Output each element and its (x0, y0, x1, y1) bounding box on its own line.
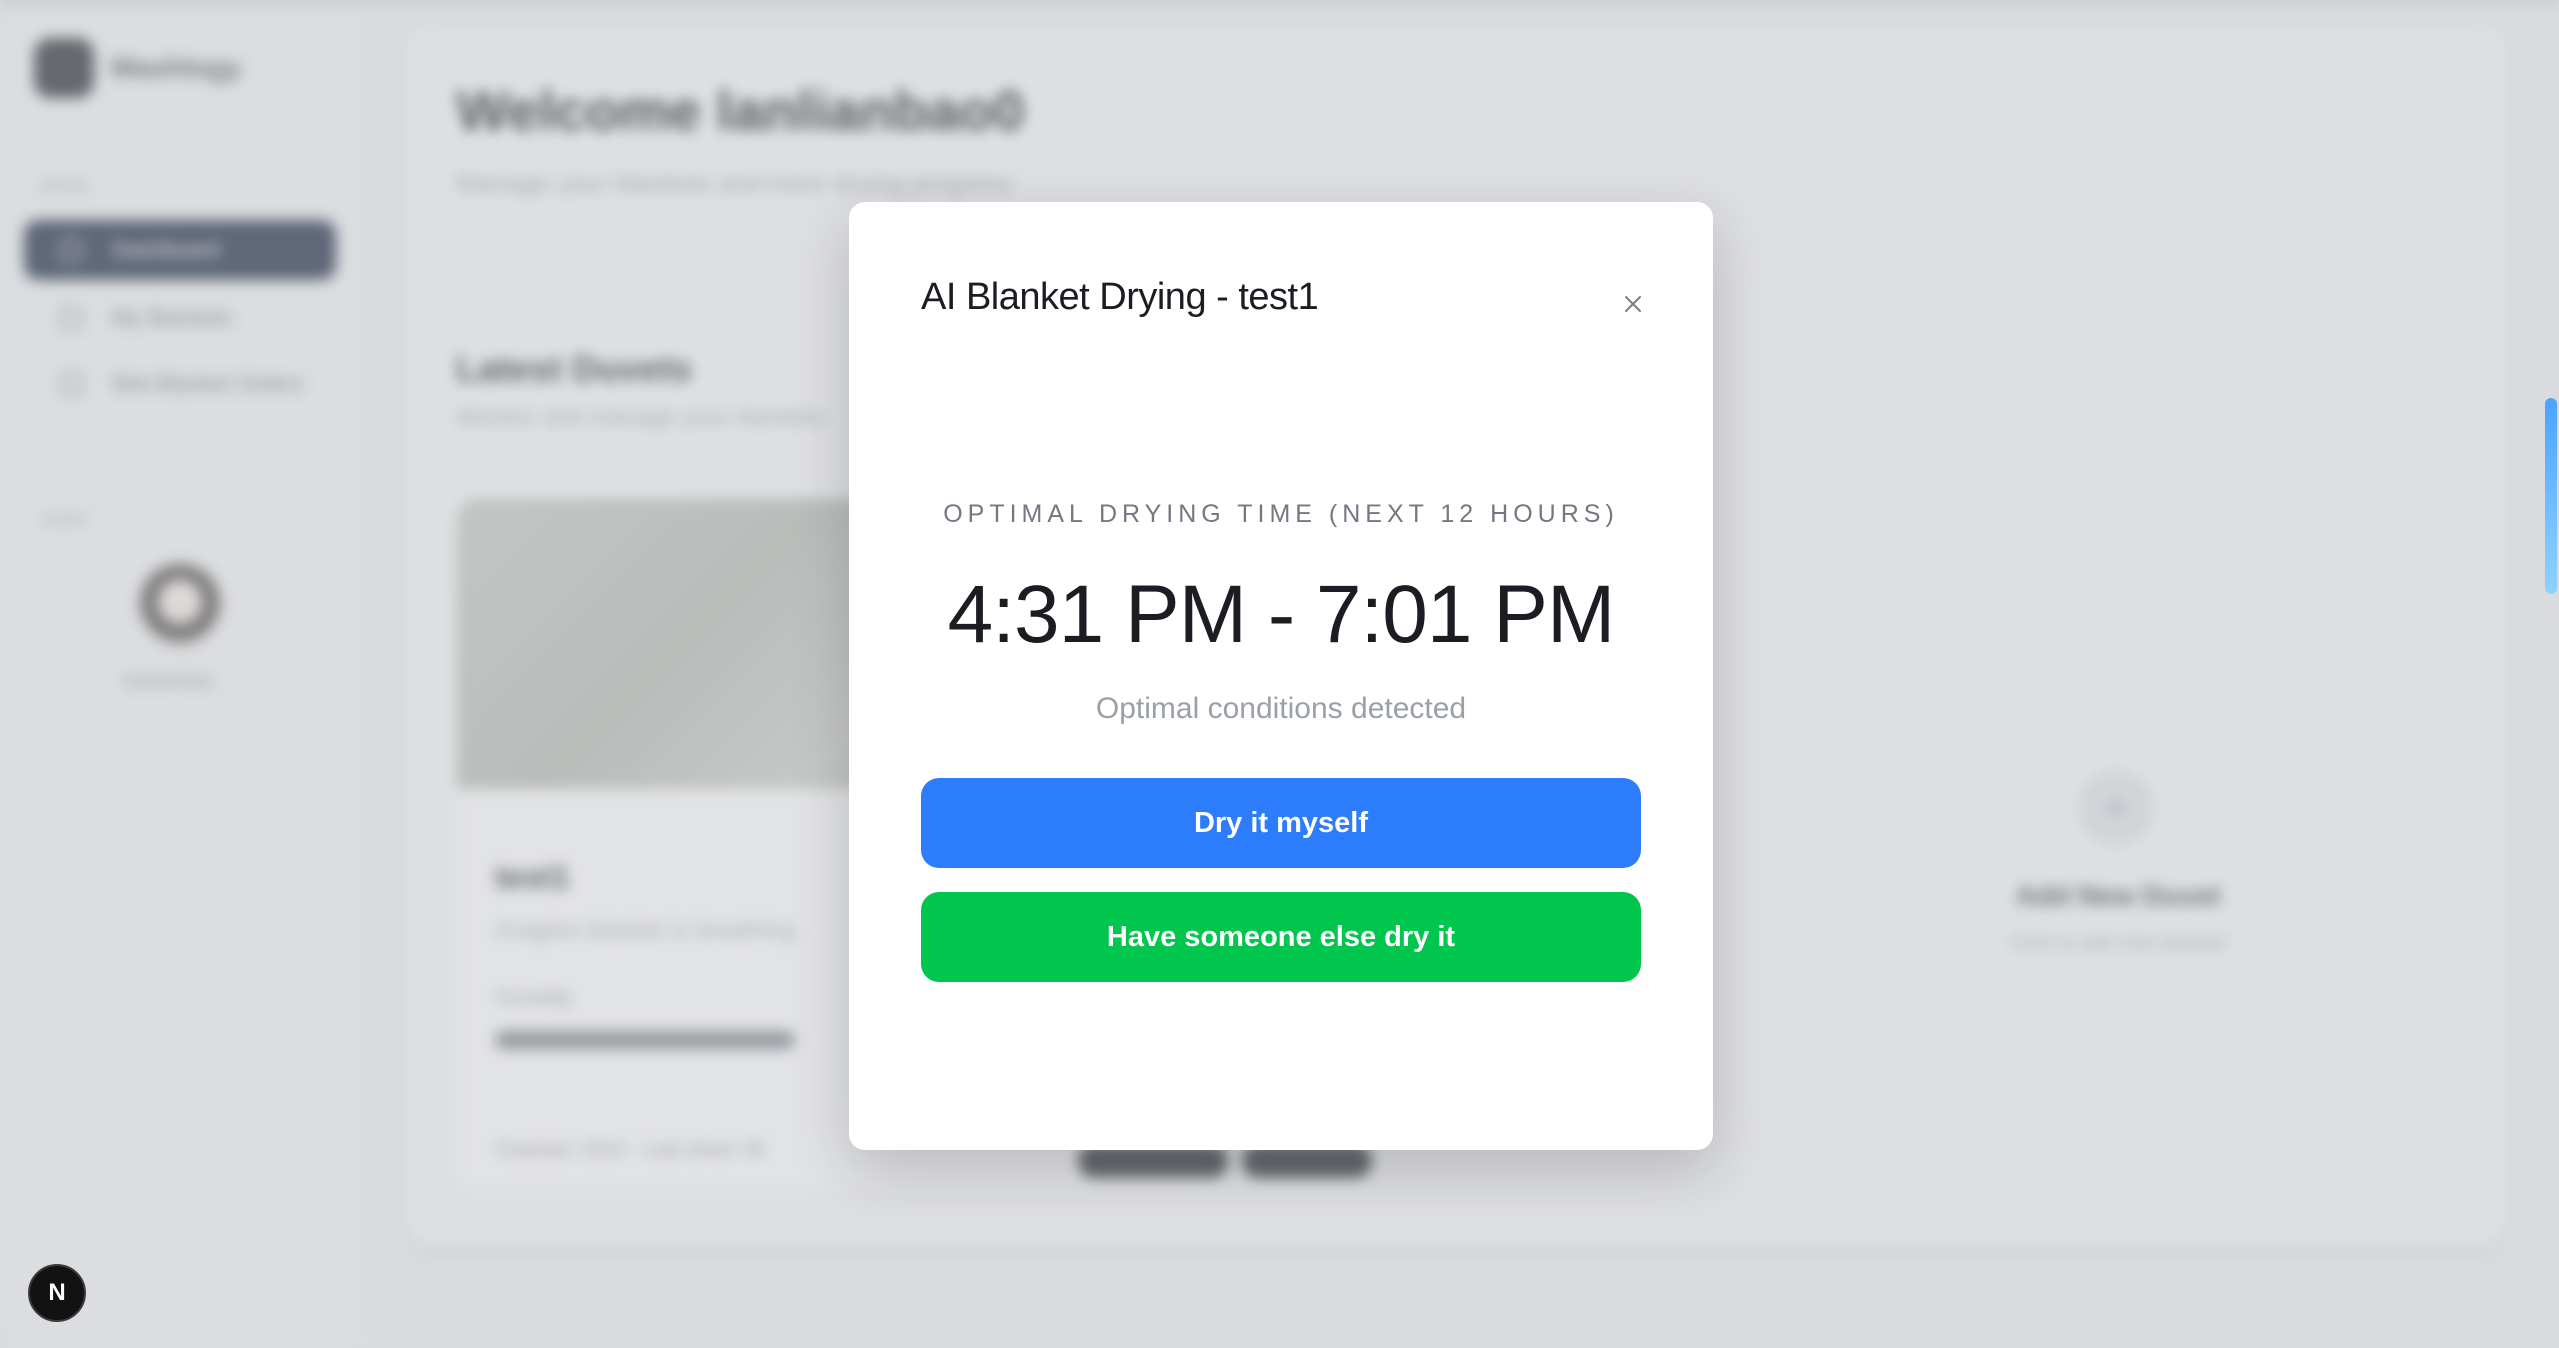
optimal-time-range: 4:31 PM - 7:01 PM (947, 569, 1616, 660)
scrollbar-thumb[interactable] (2545, 398, 2557, 594)
someone-else-dry-button[interactable]: Have someone else dry it (921, 892, 1641, 982)
close-icon[interactable] (1613, 284, 1653, 324)
drying-modal: AI Blanket Drying - test1 OPTIMAL DRYING… (849, 202, 1713, 1150)
modal-title: AI Blanket Drying - test1 (921, 276, 1319, 318)
close-icon-glyph (1625, 296, 1641, 312)
optimal-time-label: OPTIMAL DRYING TIME (NEXT 12 HOURS) (943, 500, 1619, 528)
conditions-status: Optimal conditions detected (1095, 692, 1467, 725)
dry-myself-button[interactable]: Dry it myself (921, 778, 1641, 868)
dev-tools-badge[interactable]: N (28, 1264, 86, 1322)
